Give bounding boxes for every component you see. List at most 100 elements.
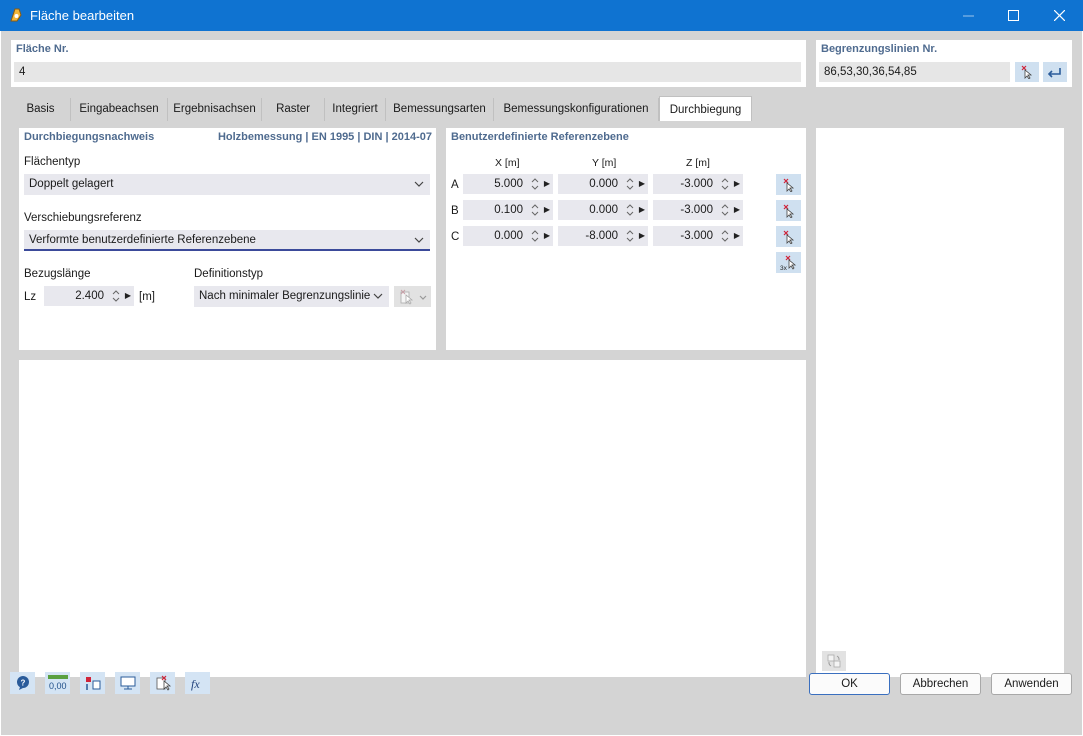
pick-cursor-icon (1021, 65, 1033, 79)
tab-deflection[interactable]: Durchbiegung (659, 96, 752, 121)
surface-type-select[interactable]: Doppelt gelagert (24, 174, 430, 195)
units-decimal-button[interactable]: 0,00 (45, 672, 70, 694)
displacement-reference-label: Verschiebungsreferenz (24, 212, 142, 224)
help-icon: ? (16, 676, 29, 690)
column-header-x: X [m] (495, 157, 520, 169)
spin-right-icon[interactable]: ▶ (544, 200, 550, 220)
minimize-icon (962, 15, 974, 17)
pick-all-points-button[interactable]: 3x (776, 252, 801, 273)
point-c-z-spinbox[interactable]: -3.000 ▶ (653, 226, 743, 246)
point-c-z-value: -3.000 (680, 230, 713, 242)
boundary-lines-label: Begrenzungslinien Nr. (821, 43, 938, 55)
pick-document-icon (400, 289, 426, 305)
tab-basis[interactable]: Basis (11, 98, 71, 121)
definition-type-value: Nach minimaler Begrenzungslinie (199, 290, 371, 302)
spin-right-icon[interactable]: ▶ (734, 174, 740, 194)
close-button[interactable] (1036, 0, 1082, 31)
point-a-z-spinbox[interactable]: -3.000 ▶ (653, 174, 743, 194)
cross-section-button[interactable] (80, 672, 105, 694)
spin-arrows-icon[interactable] (531, 177, 539, 191)
spin-right-icon[interactable]: ▶ (639, 200, 645, 220)
pick-all-label: 3x (780, 265, 788, 271)
point-c-x-spinbox[interactable]: 0.000 ▶ (463, 226, 553, 246)
spin-arrows-icon[interactable] (626, 229, 634, 243)
spin-right-icon[interactable]: ▶ (734, 226, 740, 246)
structure-icon (85, 677, 100, 690)
point-b-x-spinbox[interactable]: 0.100 ▶ (463, 200, 553, 220)
help-button[interactable]: ? (10, 672, 35, 694)
spin-right-icon[interactable]: ▶ (125, 286, 131, 306)
reference-plane-heading: Benutzerdefinierte Referenzebene (451, 131, 629, 143)
tab-design-configurations[interactable]: Bemessungskonfigurationen (494, 98, 659, 121)
surface-number-field[interactable]: 4 (14, 62, 801, 82)
definition-type-select[interactable]: Nach minimaler Begrenzungslinie (194, 286, 389, 307)
ok-button[interactable]: OK (809, 673, 890, 695)
point-b-y-spinbox[interactable]: 0.000 ▶ (558, 200, 648, 220)
pick-point-a-button[interactable] (776, 174, 801, 195)
pick-point-c-button[interactable] (776, 226, 801, 247)
formula-button[interactable]: fx (185, 672, 210, 694)
surface-type-label: Flächentyp (24, 156, 81, 168)
boundary-lines-panel: Begrenzungslinien Nr. 86,53,30,36,54,85 (816, 40, 1072, 87)
tab-result-axes[interactable]: Ergebnisachsen (168, 98, 262, 121)
spin-right-icon[interactable]: ▶ (639, 174, 645, 194)
spin-arrows-icon[interactable] (721, 203, 729, 217)
row-label-c: C (451, 231, 460, 243)
tab-design-types[interactable]: Bemessungsarten (386, 98, 494, 121)
spin-right-icon[interactable]: ▶ (544, 226, 550, 246)
svg-text:?: ? (20, 679, 25, 688)
point-b-x-value: 0.100 (494, 204, 523, 216)
maximize-button[interactable] (990, 0, 1036, 31)
spin-arrows-icon[interactable] (721, 229, 729, 243)
pick-point-b-button[interactable] (776, 200, 801, 221)
boundary-lines-field[interactable]: 86,53,30,36,54,85 (819, 62, 1010, 82)
point-c-y-spinbox[interactable]: -8.000 ▶ (558, 226, 648, 246)
pick-cursor-icon (783, 178, 794, 192)
reverse-boundary-button[interactable] (1043, 62, 1067, 82)
displacement-reference-select[interactable]: Verformte benutzerdefinierte Referenzebe… (24, 230, 430, 251)
lz-spinbox[interactable]: 2.400 ▶ (44, 286, 134, 306)
tab-mesh[interactable]: Raster (262, 98, 325, 121)
units-label: 0,00 (49, 681, 67, 691)
point-c-y-value: -8.000 (585, 230, 618, 242)
spin-arrows-icon[interactable] (531, 203, 539, 217)
point-b-y-value: 0.000 (589, 204, 618, 216)
spin-right-icon[interactable]: ▶ (734, 200, 740, 220)
cancel-button[interactable]: Abbrechen (900, 673, 981, 695)
point-a-z-value: -3.000 (680, 178, 713, 190)
surface-number-label: Fläche Nr. (16, 43, 69, 55)
minimize-button[interactable] (945, 0, 991, 31)
displacement-reference-value: Verformte benutzerdefinierte Referenzebe… (29, 234, 256, 246)
return-arrow-icon (1047, 68, 1061, 78)
point-b-z-spinbox[interactable]: -3.000 ▶ (653, 200, 743, 220)
sync-view-button[interactable] (822, 651, 846, 671)
chevron-down-icon (373, 293, 383, 299)
maximize-icon (1007, 10, 1019, 21)
apply-button[interactable]: Anwenden (991, 673, 1072, 695)
spin-arrows-icon[interactable] (112, 289, 120, 303)
spin-arrows-icon[interactable] (626, 203, 634, 217)
spin-right-icon[interactable]: ▶ (639, 226, 645, 246)
spin-arrows-icon[interactable] (531, 229, 539, 243)
surface-type-value: Doppelt gelagert (29, 178, 114, 190)
pick-cursor-icon (783, 204, 794, 218)
deflection-check-panel: Durchbiegungsnachweis Holzbemessung | EN… (19, 128, 436, 350)
point-a-y-spinbox[interactable]: 0.000 ▶ (558, 174, 648, 194)
display-settings-button[interactable] (115, 672, 140, 694)
sync-view-icon (827, 654, 841, 668)
surface-number-panel: Fläche Nr. 4 (11, 40, 806, 87)
decimal-places-icon: 0,00 (47, 675, 68, 691)
spin-right-icon[interactable]: ▶ (544, 174, 550, 194)
point-a-x-value: 5.000 (494, 178, 523, 190)
pick-definition-button[interactable] (394, 286, 431, 307)
reference-plane-panel: Benutzerdefinierte Referenzebene X [m] Y… (446, 128, 806, 350)
point-a-x-spinbox[interactable]: 5.000 ▶ (463, 174, 553, 194)
tab-input-axes[interactable]: Eingabeachsen (71, 98, 168, 121)
pick-from-model-button[interactable] (150, 672, 175, 694)
spin-arrows-icon[interactable] (626, 177, 634, 191)
pick-boundary-button[interactable] (1015, 62, 1039, 82)
tab-integrated[interactable]: Integriert (325, 98, 386, 121)
row-label-b: B (451, 205, 459, 217)
spin-arrows-icon[interactable] (721, 177, 729, 191)
row-label-a: A (451, 179, 459, 191)
